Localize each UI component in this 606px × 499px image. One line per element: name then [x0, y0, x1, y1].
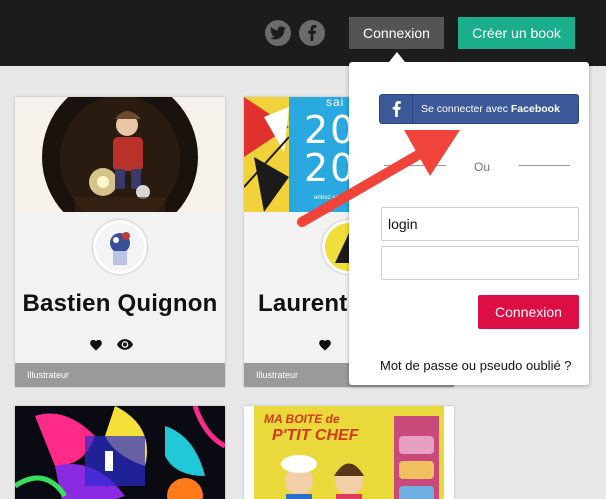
card-cover-image[interactable]: MA BOITE de P'TIT CHEF — [244, 406, 454, 499]
card-actions — [318, 336, 332, 352]
portfolio-card[interactable]: Bastien Quignon Illustrateur — [15, 97, 225, 387]
login-dropdown: Se connecter avec Facebook Ou Connexion … — [349, 62, 589, 385]
submit-login-button[interactable]: Connexion — [478, 295, 579, 329]
divider — [384, 165, 446, 166]
forgot-password-link[interactable]: Mot de passe ou pseudo oublié ? — [380, 358, 572, 373]
role-label: Illustrateur — [15, 363, 225, 387]
heart-icon[interactable] — [318, 338, 332, 351]
divider — [519, 165, 570, 166]
eye-icon[interactable] — [117, 338, 133, 350]
facebook-login-label: Se connecter avec Facebook — [421, 103, 560, 115]
cover-text: P'TIT CHEF — [272, 427, 359, 444]
top-bar: Connexion Créer un book — [0, 0, 606, 66]
create-book-button[interactable]: Créer un book — [458, 17, 575, 49]
portfolio-card[interactable]: MA BOITE de P'TIT CHEF — [244, 406, 454, 499]
facebook-icon[interactable] — [299, 20, 325, 46]
card-cover-image[interactable] — [15, 406, 225, 499]
avatar[interactable] — [93, 220, 147, 274]
card-body: Bastien Quignon — [15, 212, 225, 363]
card-actions — [89, 336, 133, 352]
card-cover-image[interactable] — [15, 97, 225, 212]
facebook-login-button[interactable]: Se connecter avec Facebook — [379, 94, 579, 124]
artist-name[interactable]: Bastien Quignon — [15, 290, 225, 318]
cover-text: entrez en — [314, 195, 340, 201]
login-field[interactable] — [381, 207, 579, 241]
login-button[interactable]: Connexion — [349, 17, 444, 49]
portfolio-card[interactable] — [15, 406, 225, 499]
cover-text: MA BOITE de — [264, 412, 340, 426]
password-field[interactable] — [381, 246, 579, 280]
facebook-icon — [380, 95, 413, 123]
dropdown-caret — [389, 52, 405, 62]
or-label: Ou — [474, 160, 491, 174]
or-separator: Ou — [384, 160, 570, 180]
heart-icon[interactable] — [89, 338, 103, 351]
twitter-icon[interactable] — [265, 20, 291, 46]
